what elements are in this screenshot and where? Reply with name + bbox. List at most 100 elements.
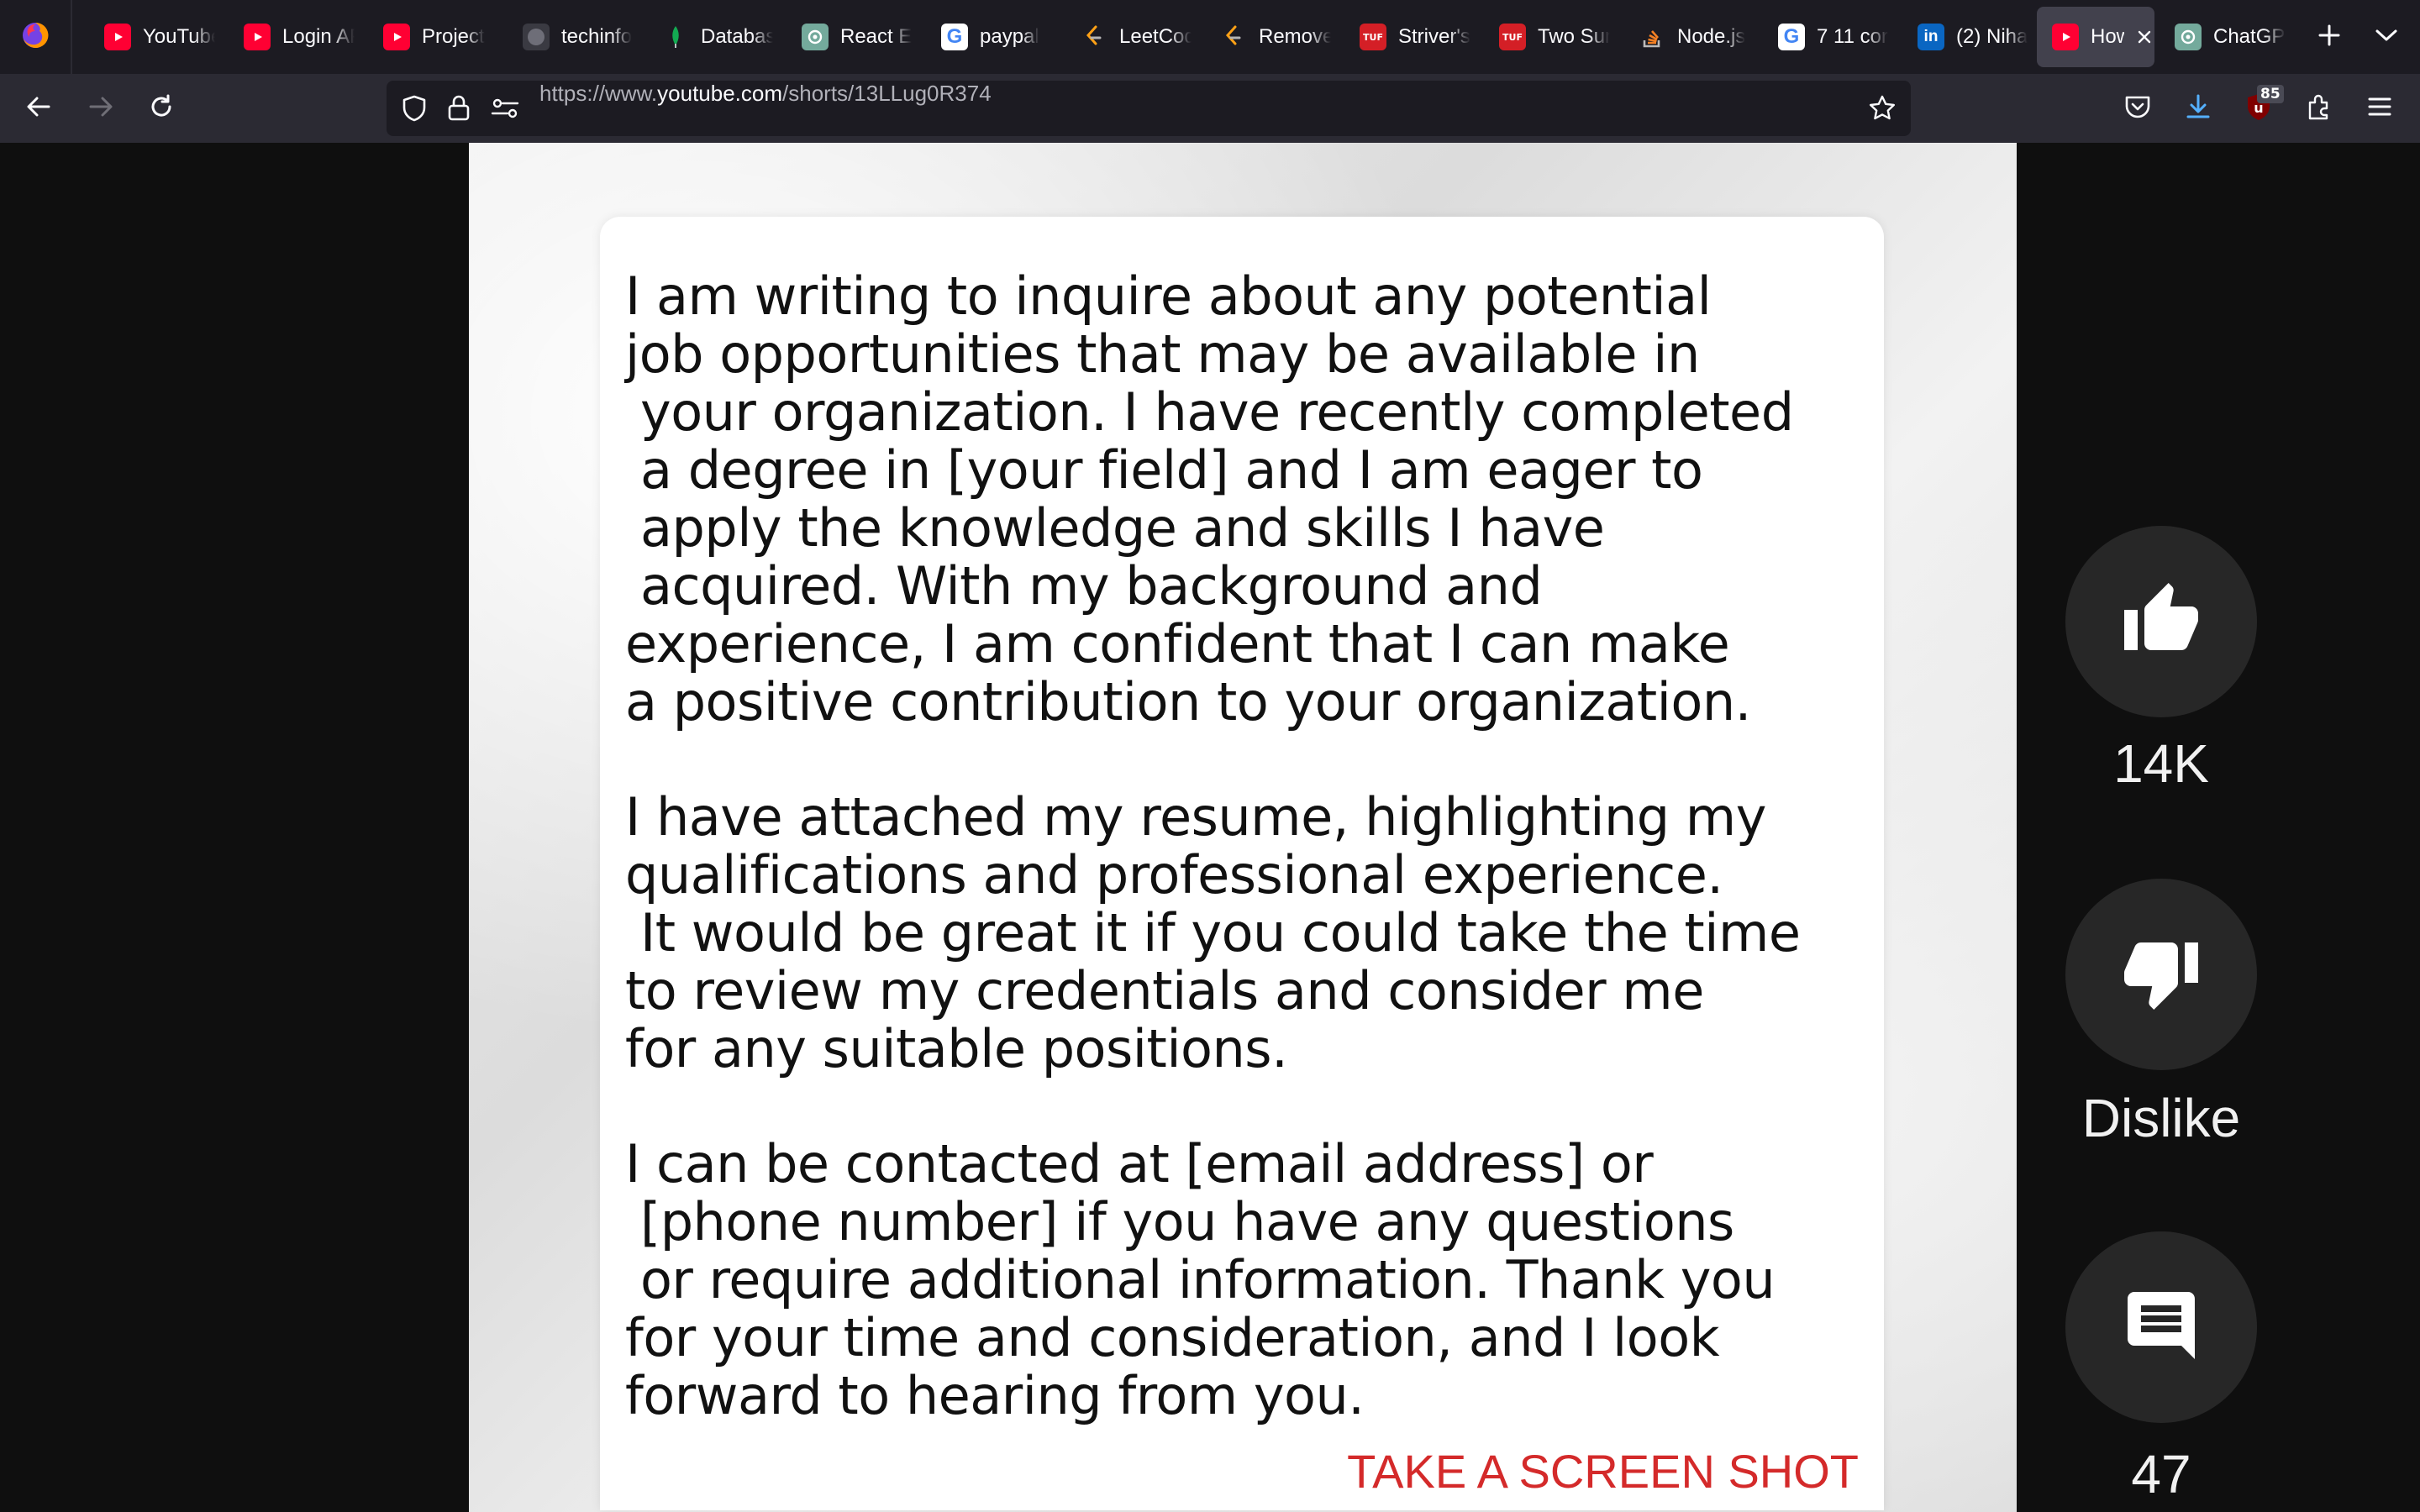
letter-line: I can be contacted at [email address] or — [625, 1133, 1654, 1194]
letter-card: I am writing to inquire about any potent… — [600, 217, 1884, 1510]
tab-title: React E — [840, 25, 913, 48]
letter-line: for any suitable positions. — [625, 1018, 1288, 1079]
chatgpt-icon — [2175, 24, 2202, 50]
letter-line: acquired. With my background and — [640, 555, 1543, 617]
browser-tab[interactable]: YouTube — [84, 7, 224, 67]
comment-count: 47 — [2131, 1444, 2191, 1504]
close-tab-icon[interactable] — [2134, 25, 2154, 49]
youtube-icon — [244, 24, 271, 50]
take-screenshot-caption: TAKE A SCREEN SHOT — [1347, 1445, 1859, 1498]
browser-tab[interactable]: React E — [781, 7, 921, 67]
chatgpt-icon — [802, 24, 829, 50]
like-count: 14K — [2113, 733, 2209, 794]
letter-line: I have attached my resume, highlighting … — [625, 786, 1766, 848]
letter-line: experience, I am confident that I can ma… — [625, 613, 1730, 675]
dislike-label: Dislike — [2081, 1088, 2241, 1148]
youtube-icon — [104, 24, 131, 50]
shorts-video-player[interactable]: I am writing to inquire about any potent… — [469, 143, 2017, 1512]
puzzle-piece-icon — [2305, 92, 2333, 124]
cover-letter-text: I am writing to inquire about any potent… — [625, 265, 1869, 1480]
browser-tab[interactable]: Node.js — [1618, 7, 1758, 67]
url-path: /shorts/13LLug0R374 — [782, 81, 992, 106]
tab-title: YouTube — [143, 25, 215, 48]
github-icon — [523, 24, 550, 50]
reload-button[interactable] — [134, 81, 188, 135]
letter-paragraph: I can be contacted at [email address] or… — [625, 1133, 1869, 1426]
list-all-tabs-button[interactable] — [2360, 7, 2413, 67]
dislike-button[interactable] — [2065, 879, 2257, 1070]
leetcode-icon — [1220, 24, 1247, 50]
pocket-icon — [2123, 93, 2152, 123]
back-button[interactable] — [12, 81, 66, 135]
letter-line: a positive contribution to your organiza… — [625, 671, 1751, 732]
tab-title: LeetCode — [1119, 25, 1192, 48]
tracking-protection-shield-icon[interactable] — [400, 94, 429, 126]
app-menu-button[interactable] — [2353, 81, 2407, 135]
browser-tab[interactable]: techinfo — [502, 7, 642, 67]
bookmark-star-icon[interactable] — [1867, 93, 1897, 127]
browser-tab[interactable]: TUF Striver's — [1339, 7, 1479, 67]
tab-title: ChatGPT — [2213, 25, 2286, 48]
forward-button[interactable] — [74, 81, 128, 135]
browser-tab[interactable]: TUF Two Sum — [1479, 7, 1618, 67]
plus-icon — [2317, 24, 2341, 50]
browser-tab[interactable]: Remove — [1200, 7, 1339, 67]
tab-title: Project — [422, 25, 485, 48]
mongodb-leaf-icon — [662, 24, 689, 50]
like-button[interactable] — [2065, 526, 2257, 717]
tab-title: 7 11 cor — [1817, 25, 1888, 48]
letter-line: forward to hearing from you. — [625, 1365, 1365, 1426]
tab-title: (2) Niha — [1956, 25, 2028, 48]
navigation-toolbar: https://www.youtube.com/shorts/13LLug0R3… — [0, 74, 2420, 143]
firefox-menu-button[interactable] — [0, 0, 72, 74]
browser-tab[interactable]: Project — [363, 7, 502, 67]
tab-title: Database — [701, 25, 773, 48]
thumbs-down-icon — [2121, 932, 2202, 1016]
letter-line: a degree in [your field] and I am eager … — [640, 439, 1703, 501]
browser-tab[interactable]: Database — [642, 7, 781, 67]
reload-icon — [148, 93, 175, 123]
chevron-down-icon — [2375, 28, 2398, 46]
letter-line: qualifications and professional experien… — [625, 844, 1723, 906]
browser-tab[interactable]: Login API — [224, 7, 363, 67]
extensions-button[interactable] — [2292, 81, 2346, 135]
ublock-extension-button[interactable]: u 85 — [2232, 81, 2286, 135]
tuf-icon: TUF — [1360, 24, 1386, 50]
pocket-button[interactable] — [2111, 81, 2165, 135]
letter-line: apply the knowledge and skills I have — [640, 497, 1605, 559]
tuf-icon: TUF — [1499, 24, 1526, 50]
browser-tab[interactable]: How — [2037, 7, 2154, 67]
new-tab-button[interactable] — [2299, 7, 2360, 67]
letter-line: your organization. I have recently compl… — [640, 381, 1794, 443]
arrow-right-icon — [87, 93, 114, 123]
arrow-left-icon — [25, 93, 52, 123]
page-viewport: I am writing to inquire about any potent… — [0, 143, 2420, 1512]
tab-title: paypal — [980, 25, 1039, 48]
tab-title: Striver's — [1398, 25, 1470, 48]
browser-tab[interactable]: in (2) Niha — [1897, 7, 2037, 67]
address-bar[interactable]: https://www.youtube.com/shorts/13LLug0R3… — [387, 81, 1911, 136]
site-permissions-icon[interactable] — [491, 96, 519, 124]
youtube-icon — [2052, 24, 2079, 50]
tab-title: How — [2091, 25, 2125, 48]
browser-tab[interactable]: LeetCode — [1060, 7, 1200, 67]
letter-line: or require additional information. Thank… — [640, 1249, 1776, 1310]
browser-tab[interactable]: Gpaypal — [921, 7, 1060, 67]
browser-tab[interactable]: ChatGPT — [2154, 7, 2294, 67]
downloads-button[interactable] — [2171, 81, 2225, 135]
url-prefix: https://www. — [539, 81, 658, 106]
letter-line: for your time and consideration, and I l… — [625, 1307, 1720, 1368]
extension-badge-count: 85 — [2257, 85, 2284, 103]
lock-icon[interactable] — [445, 93, 472, 125]
letter-paragraph: I am writing to inquire about any potent… — [625, 265, 1869, 732]
browser-tab[interactable]: G 7 11 cor — [1758, 7, 1897, 67]
comments-button[interactable] — [2065, 1231, 2257, 1423]
tab-strip: YouTube Login API Project techinfo Database R… — [0, 0, 2420, 74]
google-icon: G — [941, 24, 968, 50]
letter-line: [phone number] if you have any questions — [640, 1191, 1734, 1252]
comment-icon — [2121, 1285, 2202, 1369]
letter-line: It would be great it if you could take t… — [640, 902, 1801, 963]
url-text[interactable]: https://www.youtube.com/shorts/13LLug0R3… — [539, 81, 992, 136]
letter-line: job opportunities that may be available … — [625, 323, 1700, 385]
hamburger-menu-icon — [2367, 96, 2392, 121]
